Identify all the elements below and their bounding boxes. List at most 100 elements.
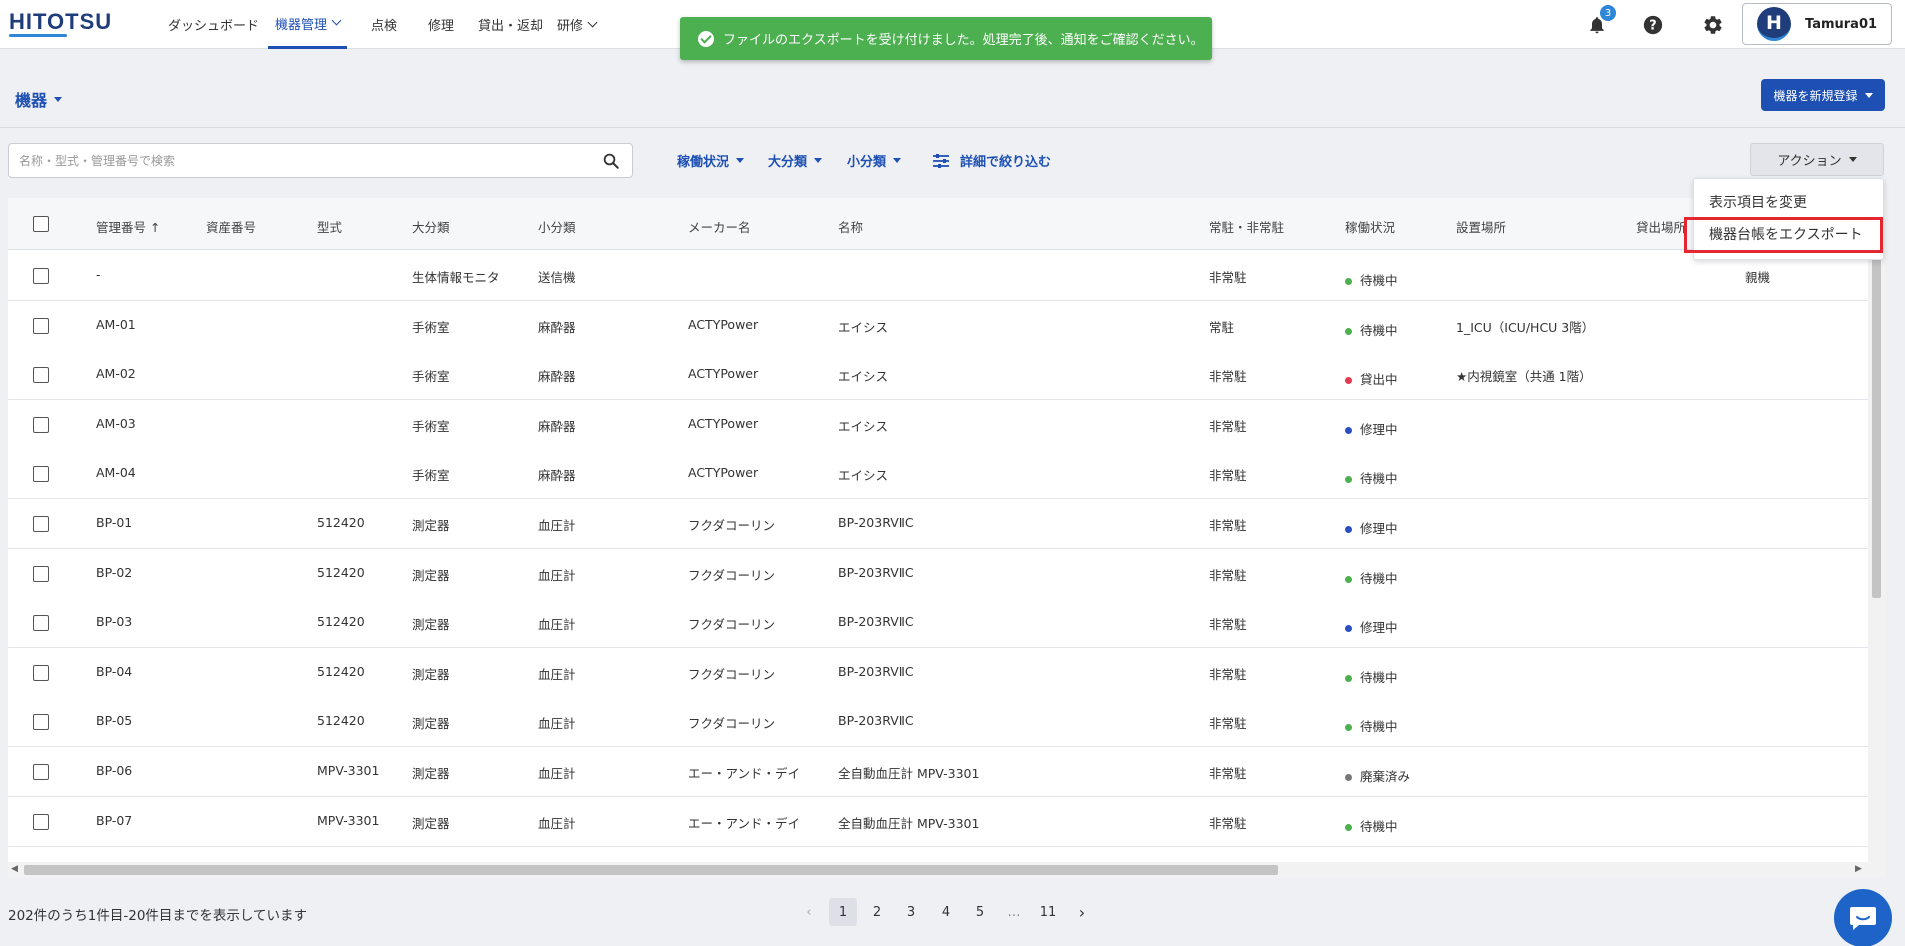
- status-label: 修理中: [1360, 421, 1398, 437]
- row-major-category: 生体情報モニタ: [412, 270, 500, 285]
- table-row[interactable]: AM-01 手術室 麻酔器 ACTYPower エイシス 常駐 待機中 1_ICU（ICU/H…: [8, 300, 1868, 351]
- header-divider: [0, 127, 1905, 128]
- search-icon[interactable]: [602, 152, 620, 170]
- table-row[interactable]: BP-05 512420 測定器 血圧計 フクダコーリン BP-203RVⅡC 非常駐 待機中: [8, 697, 1868, 748]
- page-4[interactable]: 4: [932, 898, 960, 926]
- table-row[interactable]: BP-03 512420 測定器 血圧計 フクダコーリン BP-203RVⅡC 非常駐 修理中: [8, 598, 1868, 649]
- nav-inspection[interactable]: 点検: [371, 0, 397, 49]
- row-checkbox[interactable]: [33, 714, 49, 731]
- row-maker: フクダコーリン: [688, 666, 776, 682]
- page-11[interactable]: 11: [1034, 898, 1062, 926]
- app-logo[interactable]: HITOTSU: [9, 9, 112, 35]
- nav-training[interactable]: 研修: [557, 0, 598, 49]
- row-management-number: BP-07: [96, 812, 133, 828]
- row-checkbox[interactable]: [33, 367, 49, 384]
- col-header-status[interactable]: 稼働状況: [1345, 217, 1395, 236]
- col-header-name[interactable]: 名称: [838, 217, 863, 236]
- page-5[interactable]: 5: [966, 898, 994, 926]
- action-menu-button[interactable]: アクション: [1750, 143, 1884, 176]
- col-header-resident[interactable]: 常駐・非常駐: [1209, 217, 1284, 236]
- row-management-number: BP-01: [96, 515, 133, 530]
- filter-status[interactable]: 稼働状況: [677, 151, 745, 170]
- select-all-checkbox[interactable]: [33, 216, 49, 232]
- prev-page-button[interactable]: ‹: [795, 898, 823, 926]
- help-icon: ?: [1643, 15, 1663, 35]
- col-header-lend-location[interactable]: 貸出場所: [1636, 217, 1686, 236]
- row-model: 512420: [317, 713, 365, 729]
- row-checkbox[interactable]: [33, 516, 49, 532]
- row-checkbox[interactable]: [33, 317, 49, 334]
- scroll-right-icon[interactable]: ▶: [1855, 864, 1862, 874]
- row-resident: 非常駐: [1209, 468, 1247, 484]
- row-minor-category: 送信機: [538, 270, 576, 285]
- table-row[interactable]: BP-04 512420 測定器 血圧計 フクダコーリン BP-203RVⅡC 非常駐 待機中: [8, 647, 1868, 698]
- row-model: 512420: [317, 564, 365, 580]
- row-checkbox[interactable]: [33, 466, 49, 483]
- vertical-scroll-thumb[interactable]: [1872, 258, 1881, 598]
- row-resident: 非常駐: [1209, 418, 1247, 434]
- nav-equipment[interactable]: 機器管理: [268, 0, 348, 49]
- table-row[interactable]: AM-04 手術室 麻酔器 ACTYPower エイシス 非常駐 待機中: [8, 449, 1868, 500]
- col-header-model[interactable]: 型式: [317, 217, 342, 236]
- register-new-label: 機器を新規登録: [1773, 88, 1858, 103]
- row-checkbox[interactable]: [33, 565, 49, 582]
- vertical-scrollbar[interactable]: [1868, 198, 1885, 878]
- table-row[interactable]: BP-06 MPV-3301 測定器 血圧計 エー・アンド・デイ 全自動血圧計 MPV-3…: [8, 747, 1868, 797]
- table-row[interactable]: AM-03 手術室 麻酔器 ACTYPower エイシス 非常駐 修理中: [8, 399, 1868, 450]
- row-minor-category: 血圧計: [538, 815, 576, 831]
- row-name: エイシス: [838, 468, 889, 484]
- page-2[interactable]: 2: [863, 898, 891, 926]
- row-major-category: 測定器: [412, 567, 450, 583]
- row-name: BP-203RVⅡC: [838, 614, 914, 630]
- user-menu-button[interactable]: H Tamura01: [1742, 3, 1892, 45]
- status-dot-icon: [1345, 426, 1352, 434]
- nav-dashboard[interactable]: ダッシュボード: [168, 0, 259, 49]
- col-header-minor-category[interactable]: 小分類: [538, 217, 576, 236]
- row-checkbox[interactable]: [33, 764, 49, 780]
- col-header-maker[interactable]: メーカー名: [688, 217, 751, 236]
- search-input[interactable]: [19, 144, 579, 177]
- table-row[interactable]: - 生体情報モニタ 送信機 非常駐 待機中 親機: [8, 251, 1868, 301]
- nav-inspection-label: 点検: [371, 19, 398, 34]
- filter-detail-button[interactable]: 詳細で絞り込む: [932, 151, 1051, 170]
- page-3[interactable]: 3: [897, 898, 925, 926]
- page-title-dropdown[interactable]: 機器: [15, 87, 63, 111]
- table-row[interactable]: BP-02 512420 測定器 血圧計 フクダコーリン BP-203RVⅡC 非常駐 待機中: [8, 548, 1868, 599]
- horizontal-scroll-thumb[interactable]: [24, 865, 1278, 875]
- nav-lending[interactable]: 貸出・返却: [478, 0, 543, 49]
- col-header-major-category[interactable]: 大分類: [412, 217, 450, 236]
- row-name: エイシス: [838, 369, 889, 385]
- chat-support-button[interactable]: [1834, 889, 1892, 946]
- row-checkbox[interactable]: [33, 813, 49, 830]
- row-model: 512420: [317, 663, 365, 679]
- filter-status-label: 稼働状況: [677, 155, 730, 170]
- row-checkbox[interactable]: [33, 664, 49, 681]
- settings-button[interactable]: [1700, 12, 1726, 38]
- row-maker: ACTYPower: [688, 415, 759, 431]
- table-row[interactable]: BP-01 512420 測定器 血圧計 フクダコーリン BP-203RVⅡC 非常駐 修理中: [8, 499, 1868, 549]
- help-button[interactable]: ?: [1640, 12, 1666, 38]
- nav-repair[interactable]: 修理: [428, 0, 454, 49]
- page-1[interactable]: 1: [829, 898, 857, 926]
- horizontal-scrollbar[interactable]: ◀ ▶: [8, 862, 1868, 878]
- row-major-category: 測定器: [412, 716, 450, 732]
- filter-major-category[interactable]: 大分類: [768, 151, 823, 170]
- row-checkbox[interactable]: [33, 416, 49, 433]
- row-checkbox[interactable]: [33, 268, 49, 284]
- register-new-equipment-button[interactable]: 機器を新規登録: [1761, 79, 1885, 111]
- menu-item-change-columns[interactable]: 表示項目を変更: [1709, 192, 1807, 212]
- row-name: BP-203RVⅡC: [838, 713, 914, 729]
- row-major-category: 測定器: [412, 617, 450, 633]
- table-header: 管理番号 ↑ 資産番号 型式 大分類 小分類 メーカー名 名称 常駐・非常駐 稼…: [8, 198, 1868, 250]
- filter-minor-category[interactable]: 小分類: [847, 151, 902, 170]
- next-page-button[interactable]: ›: [1068, 898, 1096, 926]
- col-header-management-number[interactable]: 管理番号 ↑: [96, 217, 160, 236]
- table-row[interactable]: AM-02 手術室 麻酔器 ACTYPower エイシス 非常駐 貸出中 ★内視鏡室（共通 1…: [8, 350, 1868, 401]
- status-dot-icon: [1345, 724, 1352, 732]
- scroll-left-icon[interactable]: ◀: [11, 864, 18, 874]
- row-checkbox[interactable]: [33, 615, 49, 632]
- table-row[interactable]: BP-07 MPV-3301 測定器 血圧計 エー・アンド・デイ 全自動血圧計 MPV-3…: [8, 796, 1868, 847]
- col-header-location[interactable]: 設置場所: [1456, 217, 1506, 236]
- row-management-number: -: [96, 267, 101, 282]
- col-header-asset-number[interactable]: 資産番号: [206, 217, 256, 236]
